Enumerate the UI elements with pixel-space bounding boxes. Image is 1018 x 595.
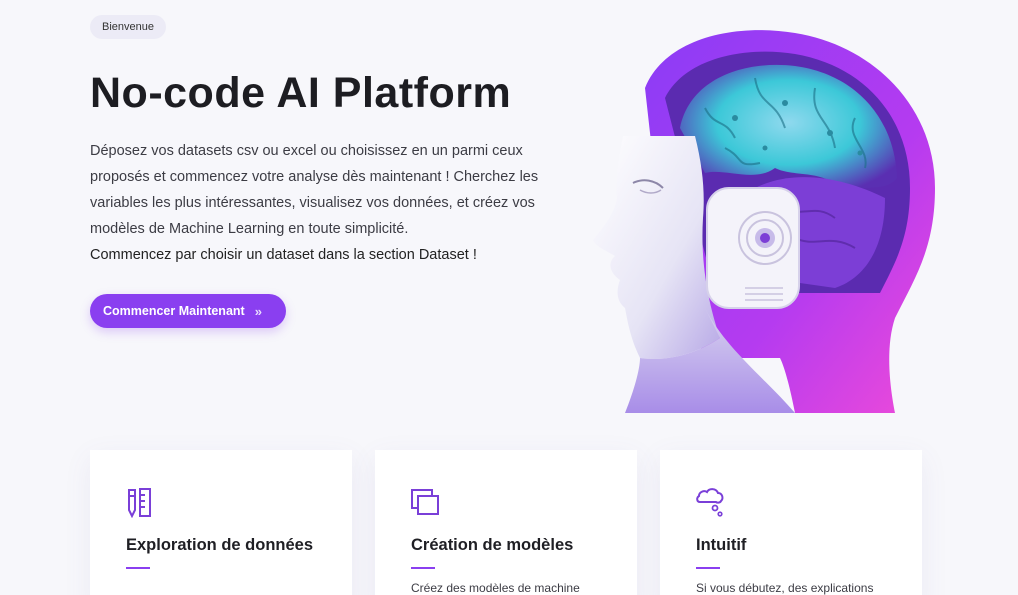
feature-card-exploration: Exploration de données bbox=[90, 450, 352, 595]
hero-instruction: Commencez par choisir un dataset dans la… bbox=[90, 247, 477, 263]
landing-page: Bienvenue No-code AI Platform Déposez vo… bbox=[0, 0, 1018, 595]
feature-title: Création de modèles bbox=[411, 536, 574, 554]
feature-underline bbox=[696, 567, 720, 569]
feature-text: Si vous débutez, des explications bbox=[696, 581, 874, 595]
hero-description: Déposez vos datasets csv ou excel ou cho… bbox=[90, 138, 570, 268]
page-title: No-code AI Platform bbox=[90, 69, 512, 117]
thought-cloud-icon bbox=[696, 488, 724, 517]
hero-section: Bienvenue No-code AI Platform Déposez vo… bbox=[90, 15, 570, 268]
feature-card-intuitive: Intuitif Si vous débutez, des explicatio… bbox=[660, 450, 922, 595]
double-chevron-right-icon: » bbox=[254, 303, 262, 319]
feature-card-models: Création de modèles Créez des modèles de… bbox=[375, 450, 637, 595]
hero-description-text: Déposez vos datasets csv ou excel ou cho… bbox=[90, 143, 539, 237]
feature-title: Intuitif bbox=[696, 536, 747, 554]
stacked-squares-icon bbox=[411, 489, 439, 515]
start-now-label: Commencer Maintenant bbox=[103, 304, 245, 318]
ruler-pencil-icon bbox=[128, 488, 151, 518]
feature-text: Créez des modèles de machine bbox=[411, 581, 580, 595]
feature-underline bbox=[411, 567, 435, 569]
welcome-badge: Bienvenue bbox=[90, 15, 166, 39]
ai-head-illustration bbox=[593, 30, 935, 413]
feature-underline bbox=[126, 567, 150, 569]
start-now-button[interactable]: Commencer Maintenant » bbox=[90, 294, 286, 328]
feature-title: Exploration de données bbox=[126, 536, 314, 554]
